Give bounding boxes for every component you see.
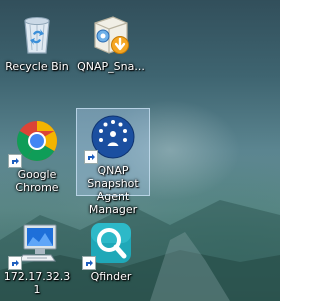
desktop-icon-label: 172.17.32.31 — [3, 270, 71, 296]
desktop-icon-label: Google Chrome — [15, 168, 59, 194]
desktop-icon-label: Recycle Bin — [5, 60, 69, 73]
remote-desktop-icon — [8, 219, 61, 270]
qnap-snapshot-agent-icon — [84, 113, 137, 164]
desktop-icon-qnap-snapshot-agent-manager[interactable]: QNAP Snapshot Agent Manager — [76, 108, 150, 216]
qfinder-icon — [82, 219, 135, 270]
desktop-icon-google-chrome[interactable]: Google Chrome — [1, 113, 73, 194]
desktop-icon-label: QNAP_Sna... — [77, 60, 145, 73]
desktop-icon-remote-desktop[interactable]: 172.17.32.31 — [1, 215, 73, 296]
installer-package-icon — [87, 9, 135, 57]
desktop-icon-recycle-bin[interactable]: Recycle Bin — [1, 5, 73, 73]
desktop-background: Recycle Bin QNAP_Sna... Google Chrome QN… — [0, 0, 280, 301]
chrome-icon — [8, 117, 61, 168]
shortcut-arrow-icon — [8, 256, 22, 270]
desktop-icon-label: Qfinder — [90, 270, 132, 283]
desktop-icon-qnap-snapshot-installer[interactable]: QNAP_Sna... — [75, 5, 147, 73]
desktop-icon-qfinder[interactable]: Qfinder — [75, 215, 147, 283]
recycle-bin-icon — [13, 9, 61, 57]
shortcut-arrow-icon — [8, 154, 22, 168]
shortcut-arrow-icon — [82, 256, 96, 270]
shortcut-arrow-icon — [84, 150, 98, 164]
desktop-icon-label: QNAP Snapshot Agent Manager — [87, 164, 139, 216]
